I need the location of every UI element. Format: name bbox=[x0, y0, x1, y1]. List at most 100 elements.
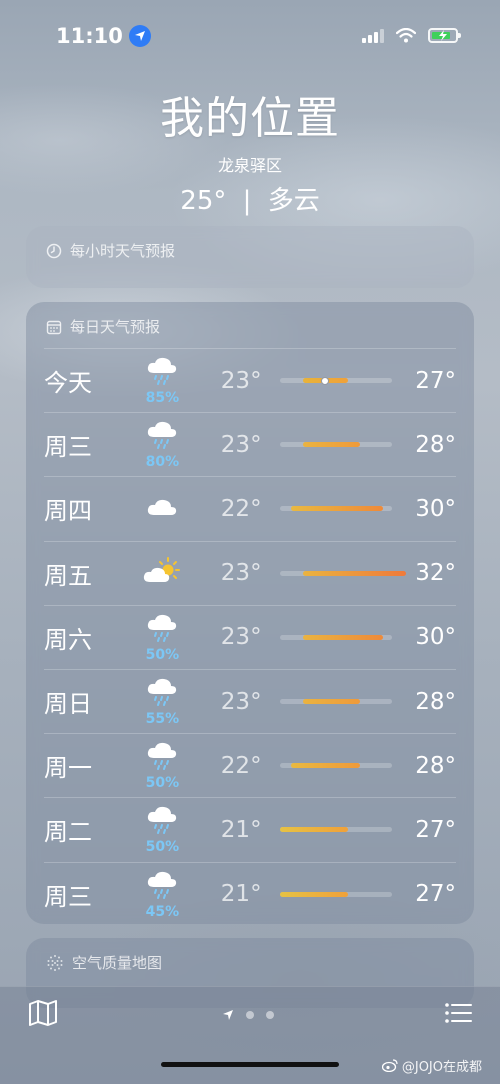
temperature-range-track bbox=[279, 763, 393, 769]
temperature-range-bar bbox=[302, 570, 406, 576]
temperature-range-track bbox=[279, 376, 393, 385]
status-bar: 11:10 bbox=[0, 0, 500, 70]
temperature-range-track bbox=[279, 699, 393, 705]
home-indicator[interactable] bbox=[161, 1062, 339, 1067]
page-indicator[interactable] bbox=[222, 1009, 274, 1021]
rain-cloud-icon bbox=[145, 804, 179, 838]
weather-condition bbox=[140, 495, 185, 523]
precipitation-chance: 55% bbox=[145, 711, 180, 728]
current-conditions: 25° | 多云 bbox=[0, 180, 500, 217]
day-label: 周五 bbox=[44, 561, 92, 590]
low-temperature: 22° bbox=[220, 495, 262, 522]
high-temperature: 30° bbox=[415, 624, 456, 651]
separator: | bbox=[242, 186, 252, 216]
temperature-range-track bbox=[279, 442, 393, 448]
rain-cloud-icon bbox=[145, 612, 179, 646]
temperature-range-track bbox=[279, 570, 406, 576]
daily-card-title: 每日天气预报 bbox=[70, 318, 161, 336]
daily-forecast-row[interactable]: 周四 22° 30° bbox=[44, 476, 456, 540]
map-button[interactable] bbox=[28, 999, 58, 1031]
daily-forecast-row[interactable]: 周五 23° 32° bbox=[44, 540, 456, 605]
status-time: 11:10 bbox=[56, 24, 151, 48]
high-temperature: 27° bbox=[415, 816, 456, 843]
weather-condition: 45% bbox=[140, 869, 185, 920]
daily-card-header: 每日天气预报 bbox=[26, 302, 474, 351]
rain-cloud-icon bbox=[145, 740, 179, 774]
temperature-range-track bbox=[279, 827, 393, 833]
day-label: 今天 bbox=[44, 369, 92, 398]
daily-forecast-row[interactable]: 周六 50% 23° 30° bbox=[44, 604, 456, 669]
low-temperature: 22° bbox=[220, 752, 262, 779]
temperature-range-track bbox=[279, 891, 393, 897]
partly-sunny-icon bbox=[142, 556, 182, 590]
daily-forecast-row[interactable]: 周日 55% 23° 28° bbox=[44, 668, 456, 733]
daily-forecast-card[interactable]: 每日天气预报 今天 85% 23° 27° 周三 80% 23° 28° 周四 22° 30° 周五 2… bbox=[26, 302, 474, 924]
location-page-icon bbox=[223, 1010, 233, 1020]
rain-cloud-icon bbox=[145, 419, 179, 453]
daily-forecast-row[interactable]: 周三 80% 23° 28° bbox=[44, 412, 456, 476]
hourly-card-title: 每小时天气预报 bbox=[70, 242, 176, 260]
air-card-title: 空气质量地图 bbox=[72, 954, 163, 972]
daily-forecast-row[interactable]: 周三 45% 21° 27° bbox=[44, 861, 456, 926]
temperature-range-bar bbox=[279, 827, 349, 833]
weather-condition: 50% bbox=[140, 740, 185, 791]
air-card-header: 空气质量地图 bbox=[26, 938, 474, 987]
temperature-range-track bbox=[279, 634, 393, 640]
watermark-text: @JOJO在成都 bbox=[401, 1060, 482, 1075]
weather-condition: 50% bbox=[140, 612, 185, 663]
low-temperature: 23° bbox=[220, 431, 262, 458]
air-quality-icon bbox=[47, 954, 63, 971]
rain-cloud-icon bbox=[145, 676, 179, 710]
high-temperature: 28° bbox=[415, 688, 456, 715]
location-arrow-icon bbox=[128, 25, 151, 47]
daily-forecast-row[interactable]: 周一 50% 22° 28° bbox=[44, 733, 456, 797]
high-temperature: 27° bbox=[415, 881, 456, 908]
clock-icon bbox=[46, 243, 62, 258]
temperature-range-bar bbox=[302, 634, 383, 640]
low-temperature: 21° bbox=[220, 816, 262, 843]
low-temperature: 23° bbox=[220, 688, 262, 715]
weather-condition: 85% bbox=[140, 355, 185, 406]
high-temperature: 30° bbox=[415, 495, 456, 522]
precipitation-chance: 85% bbox=[145, 390, 180, 407]
high-temperature: 32° bbox=[415, 560, 456, 587]
day-label: 周四 bbox=[44, 497, 92, 526]
district-label: 龙泉驿区 bbox=[217, 156, 282, 175]
time-label: 11:10 bbox=[56, 24, 123, 48]
weather-condition bbox=[140, 556, 185, 590]
low-temperature: 23° bbox=[220, 560, 262, 587]
day-label: 周二 bbox=[44, 818, 92, 847]
location-list-button[interactable] bbox=[444, 1001, 472, 1029]
weibo-icon bbox=[381, 1059, 398, 1072]
calendar-icon bbox=[46, 320, 62, 334]
low-temperature: 23° bbox=[220, 367, 262, 394]
daily-forecast-row[interactable]: 今天 85% 23° 27° bbox=[44, 348, 456, 412]
precipitation-chance: 50% bbox=[145, 775, 180, 792]
list-icon bbox=[445, 1003, 472, 1023]
temperature-range-bar bbox=[302, 699, 360, 705]
temperature-range-track bbox=[279, 506, 393, 512]
weather-condition: 55% bbox=[140, 676, 185, 727]
hourly-forecast-card[interactable]: 每小时天气预报 bbox=[26, 226, 474, 288]
status-indicators bbox=[362, 28, 461, 43]
rain-cloud-icon bbox=[145, 869, 179, 903]
daily-forecast-row[interactable]: 周二 50% 21° 27° bbox=[44, 797, 456, 861]
precipitation-chance: 50% bbox=[145, 839, 180, 856]
day-label: 周三 bbox=[44, 882, 92, 911]
temperature-range-bar bbox=[279, 891, 349, 897]
low-temperature: 21° bbox=[220, 881, 262, 908]
precipitation-chance: 80% bbox=[145, 454, 180, 471]
page-dot bbox=[246, 1011, 254, 1019]
rain-cloud-icon bbox=[145, 355, 179, 389]
daily-forecast-list: 今天 85% 23° 27° 周三 80% 23° 28° 周四 22° 30° 周五 23° 32° 周六… bbox=[26, 348, 474, 926]
precipitation-chance: 45% bbox=[145, 903, 180, 920]
temperature-range-bar bbox=[302, 442, 360, 448]
battery-icon bbox=[428, 28, 461, 43]
day-label: 周六 bbox=[44, 625, 92, 654]
temperature-range-bar bbox=[291, 763, 360, 769]
day-label: 周三 bbox=[44, 433, 92, 462]
high-temperature: 27° bbox=[415, 367, 456, 394]
watermark: @JOJO在成都 bbox=[381, 1056, 482, 1075]
day-label: 周日 bbox=[44, 690, 92, 719]
weather-condition: 80% bbox=[140, 419, 185, 470]
